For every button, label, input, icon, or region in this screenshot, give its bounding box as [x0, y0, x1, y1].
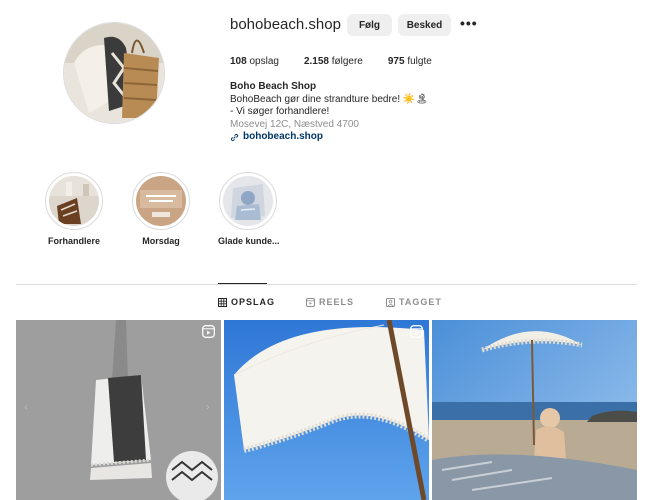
highlight-ring	[132, 172, 190, 230]
highlight-cover-image	[136, 176, 186, 226]
profile-bio: Boho Beach Shop BohoBeach gør dine stran…	[230, 81, 428, 144]
tabs-divider	[16, 284, 637, 285]
highlight-label: Forhandlere	[47, 236, 100, 246]
tab-posts-label: OPSLAG	[231, 297, 276, 307]
reels-icon	[306, 297, 315, 307]
highlight-cover-image	[223, 176, 273, 226]
profile-username: bohobeach.shop	[230, 16, 341, 33]
post-image	[224, 320, 429, 500]
highlight-label: Morsdag	[142, 236, 180, 246]
svg-text:‹: ‹	[24, 402, 28, 413]
posts-label: opslag	[249, 56, 279, 67]
post-thumbnail[interactable]: ‹ ›	[16, 320, 221, 500]
reel-icon	[410, 325, 423, 338]
highlight-forhandlere[interactable]: Forhandlere	[44, 172, 104, 246]
followers-count: 2.158	[303, 56, 329, 67]
posts-stat: 108 opslag	[230, 56, 279, 67]
follow-button[interactable]: Følg	[347, 14, 392, 36]
bio-link[interactable]: bohobeach.shop	[230, 131, 428, 144]
svg-text:›: ›	[206, 402, 210, 413]
post-thumbnail[interactable]	[432, 320, 637, 500]
highlight-glade-kunder[interactable]: Glade kunde...	[218, 172, 280, 246]
link-icon	[230, 133, 239, 141]
highlight-label: Glade kunde...	[218, 236, 280, 246]
tagged-icon	[386, 297, 395, 307]
tab-reels[interactable]: REELS	[306, 297, 354, 307]
post-image: ‹ ›	[16, 320, 221, 500]
bio-line-1: BohoBeach gør dine strandture bedre! ☀️🏝	[230, 93, 429, 105]
post-image	[432, 320, 637, 500]
highlight-morsdag[interactable]: Morsdag	[131, 172, 191, 246]
followers-stat[interactable]: 2.158 følgere	[304, 56, 363, 67]
active-tab-indicator	[218, 283, 267, 284]
reel-icon	[202, 325, 215, 338]
bio-line-2: - Vi søger forhandlere!	[230, 106, 330, 117]
tab-posts[interactable]: OPSLAG	[218, 297, 275, 307]
message-button[interactable]: Besked	[398, 14, 451, 36]
tab-tagged[interactable]: TAGGET	[386, 297, 442, 307]
following-count: 975	[387, 56, 405, 67]
followers-label: følgere	[331, 56, 363, 67]
profile-avatar[interactable]	[63, 22, 165, 124]
bio-address: Mosevej 12C, Næstved 4700	[230, 118, 359, 130]
tab-reels-label: REELS	[319, 297, 355, 307]
highlight-ring	[45, 172, 103, 230]
following-stat[interactable]: 975 fulgte	[388, 56, 432, 67]
bio-link-text[interactable]: bohobeach.shop	[243, 131, 323, 144]
more-options-icon[interactable]: •••	[460, 15, 478, 31]
posts-count: 108	[230, 56, 247, 67]
post-thumbnail[interactable]	[224, 320, 429, 500]
following-label: fulgte	[407, 56, 432, 67]
highlight-cover-image	[49, 176, 99, 226]
highlight-ring	[219, 172, 277, 230]
bio-name: Boho Beach Shop	[230, 81, 317, 92]
tab-tagged-label: TAGGET	[399, 297, 442, 307]
profile-stats: 108 opslag 2.158 følgere 975 fulgte	[230, 56, 457, 67]
grid-icon	[218, 297, 227, 307]
